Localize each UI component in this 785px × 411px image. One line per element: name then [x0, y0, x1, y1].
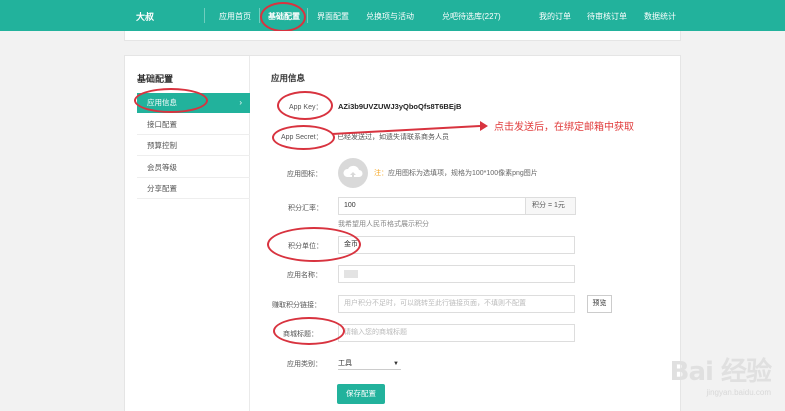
sidebar-item-member-level[interactable]: 会员等级 — [137, 158, 250, 178]
rate-addon: 积分 = 1元 — [526, 197, 576, 215]
earn-link-input[interactable]: 用户积分不足时，可以跳转至此行链接页面，不填则不配置 — [338, 295, 575, 313]
sidebar-item-label: 预算控制 — [147, 141, 177, 150]
annotation-arrow-icon — [331, 121, 488, 135]
app-name-label: 应用名称： — [287, 272, 322, 279]
icon-note-prefix: 注： — [374, 170, 388, 177]
app-icon-label: 应用图标： — [287, 171, 322, 178]
preview-button[interactable]: 预览 — [587, 295, 612, 313]
icon-upload-button[interactable] — [338, 158, 368, 188]
nav-duiba-library[interactable]: 兑吧待选库(227) — [442, 11, 501, 22]
nav-divider — [307, 8, 308, 23]
sidebar-item-label: 接口配置 — [147, 120, 177, 129]
category-value: 工具 — [338, 360, 352, 367]
icon-note: 注：应用图标为选填项，规格为100*100像素png图片 — [374, 168, 538, 178]
annotation-oval-unit — [267, 227, 361, 262]
rate-input[interactable]: 100 — [338, 197, 526, 215]
nav-pending-orders[interactable]: 待审核订单 — [587, 11, 627, 22]
icon-note-text: 应用图标为选填项，规格为100*100像素png图片 — [388, 170, 538, 177]
section-title: 应用信息 — [271, 73, 306, 83]
brand-logo[interactable]: 大叔 — [136, 10, 154, 23]
caret-down-icon: ▼ — [393, 361, 399, 367]
nav-my-orders[interactable]: 我的订单 — [539, 11, 571, 22]
top-nav-bar: 大叔 应用首页 基础配置 界面配置 兑换项与活动 兑吧待选库(227) 我的订单… — [0, 0, 785, 31]
sidebar-item-share-config[interactable]: 分享配置 — [137, 179, 250, 199]
nav-app-home[interactable]: 应用首页 — [219, 11, 251, 22]
category-label: 应用类别： — [287, 361, 322, 368]
annotation-oval-appkey — [277, 91, 333, 120]
annotation-oval-mall — [273, 317, 345, 345]
baidu-watermark: Bai 经验 jingyan.baidu.com — [669, 351, 772, 397]
sidebar-item-label: 分享配置 — [147, 184, 177, 193]
sidebar-title: 基础配置 — [137, 74, 174, 84]
watermark-url: jingyan.baidu.com — [706, 388, 771, 397]
rate-hint: 我希望用人民币格式展示积分 — [338, 221, 429, 228]
nav-divider — [204, 8, 205, 23]
nav-ui-config[interactable]: 界面配置 — [317, 11, 349, 22]
save-config-button[interactable]: 保存配置 — [337, 384, 385, 404]
app-name-input[interactable] — [338, 265, 575, 283]
nav-exchange-activity[interactable]: 兑换项与活动 — [366, 11, 414, 22]
category-select[interactable]: 工具 ▼ — [338, 358, 401, 370]
watermark-logo: Bai 经验 — [669, 357, 772, 387]
unit-input[interactable]: 金币 — [338, 236, 575, 254]
annotation-oval-appsecret — [272, 125, 335, 150]
annotation-text: 点击发送后，在绑定邮箱中获取 — [494, 122, 634, 133]
content-card: 基础配置 应用信息 › 接口配置 预算控制 会员等级 分享配置 应用信息 App… — [124, 55, 681, 411]
sidebar-item-label: 会员等级 — [147, 163, 177, 172]
mall-title-input[interactable]: 请输入您的商城标题 — [338, 324, 575, 342]
app-key-value: AZi3b9UVZUWJ3yQboQfs8T6BEjB — [338, 102, 462, 111]
sidebar-item-api-config[interactable]: 接口配置 — [137, 115, 250, 135]
chevron-right-icon: › — [239, 98, 242, 107]
annotation-oval-nav — [260, 2, 306, 32]
header-strip — [124, 31, 681, 41]
earn-link-label: 赚取积分链接： — [272, 302, 321, 309]
sidebar-item-budget[interactable]: 预算控制 — [137, 136, 250, 156]
annotation-oval-sidebar — [134, 88, 208, 113]
nav-statistics[interactable]: 数据统计 — [644, 11, 676, 22]
rate-label: 积分汇率： — [288, 205, 323, 212]
cloud-upload-icon — [343, 165, 363, 178]
blurred-value — [344, 270, 358, 278]
